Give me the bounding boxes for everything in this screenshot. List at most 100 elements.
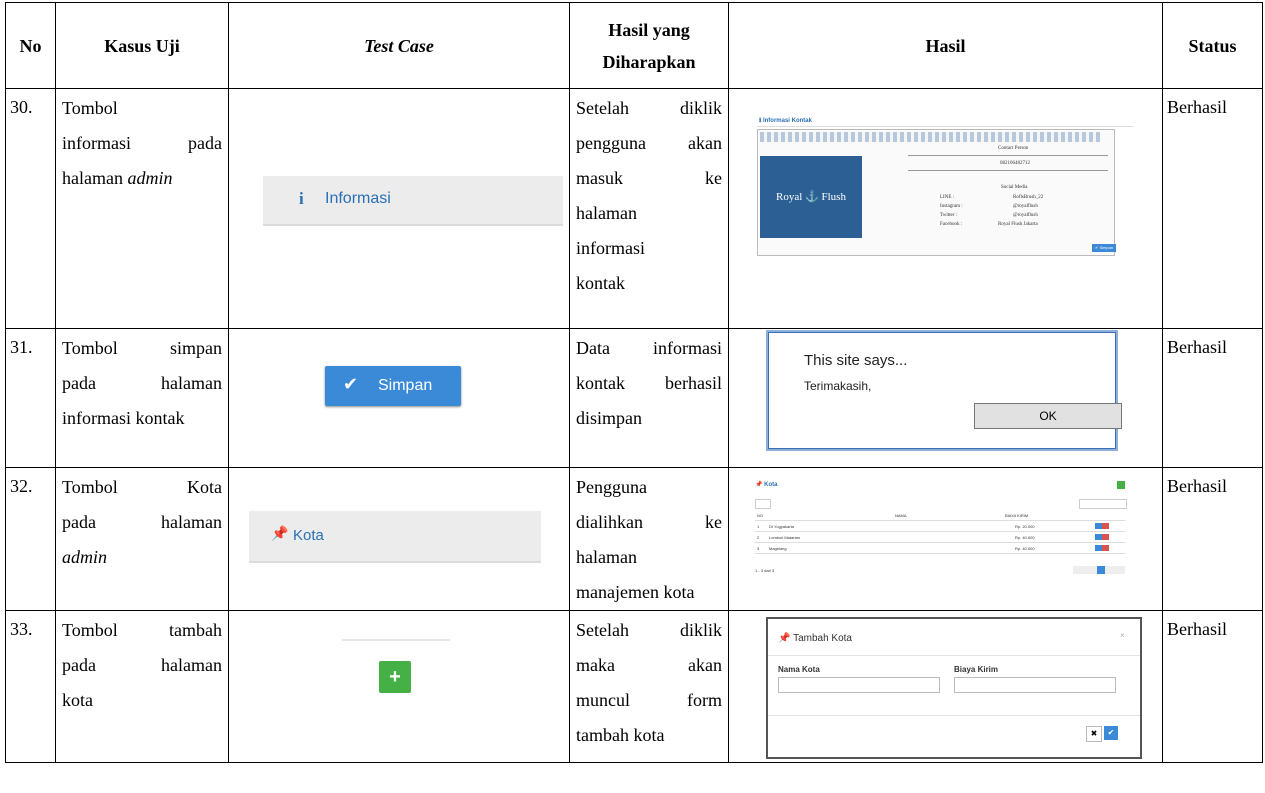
- add-button[interactable]: [1117, 481, 1125, 489]
- row-actions[interactable]: [1095, 545, 1109, 551]
- table-row: 1 DI Yogyakarta Rp. 20.000: [755, 522, 1125, 532]
- row-number: 31.: [5, 328, 56, 468]
- expected-line: informasi: [576, 238, 645, 258]
- nama-kota-input[interactable]: [778, 677, 940, 693]
- row-test-case: ✔ Simpan: [228, 328, 570, 468]
- biaya-kirim-input[interactable]: [954, 677, 1116, 693]
- row-test-case: 📌 Kota: [228, 467, 570, 611]
- modal-title: 📌 Tambah Kota: [778, 633, 852, 644]
- kasus-line: Tombol: [62, 98, 118, 118]
- cell: Rp. 40.000: [1015, 546, 1035, 551]
- col-nama: NAMA: [895, 513, 907, 518]
- search-input[interactable]: [1079, 499, 1127, 509]
- table-row: 30. Tombol informasi pada halaman admin …: [5, 88, 1263, 329]
- facebook-label: Facebook :: [940, 222, 963, 227]
- ok-button[interactable]: OK: [974, 403, 1122, 429]
- simpan-button[interactable]: ✔ Simpan: [325, 366, 461, 406]
- row-status: Berhasil: [1162, 610, 1263, 763]
- divider: [908, 155, 1108, 156]
- divider: [757, 126, 1133, 127]
- table-row: 33. Tombol tambah pada halaman kota + Se…: [5, 610, 1263, 763]
- line-label: LINE :: [940, 195, 955, 200]
- row-expected: Data informasi kontak berhasil disimpan: [569, 328, 729, 468]
- expected-line: tambah kota: [576, 725, 665, 745]
- pagination[interactable]: [1073, 566, 1125, 574]
- table-row: 32. Tombol Kota pada halaman admin 📌 Kot…: [5, 467, 1263, 611]
- row-expected: Setelah diklik maka akan muncul form tam…: [569, 610, 729, 763]
- simpan-button[interactable]: ✔ Simpan: [1092, 244, 1116, 252]
- row-number: 33.: [5, 610, 56, 763]
- row-expected: Setelah diklik pengguna akan masuk ke ha…: [569, 88, 729, 329]
- cancel-button[interactable]: ✖: [1086, 726, 1102, 742]
- save-button[interactable]: ✔: [1104, 726, 1118, 740]
- header-hasil: Hasil: [728, 2, 1163, 89]
- row-expected: Pengguna dialihkan ke halaman manajemen …: [569, 467, 729, 611]
- row-kasus-uji: Tombol Kota pada halaman admin: [55, 467, 229, 611]
- line-value: RoflsBrush_22: [1013, 195, 1044, 200]
- header-row: No Kasus Uji Test Case Hasil yang Dihara…: [5, 2, 1263, 89]
- col-no: NO: [757, 513, 763, 518]
- kasus-line: pada halaman: [62, 512, 222, 532]
- row-actions[interactable]: [1095, 523, 1109, 529]
- header-no: No: [5, 2, 56, 89]
- cell: DI Yogyakarta: [769, 524, 794, 529]
- expected-line: kontak berhasil: [576, 373, 722, 393]
- kasus-line: admin: [62, 547, 107, 567]
- cell: Lombok Mataram: [769, 535, 801, 540]
- expected-line: dialihkan ke: [576, 512, 722, 532]
- instagram-value: @royalflush: [1013, 204, 1038, 209]
- cell: Magelang: [769, 546, 787, 551]
- active-page[interactable]: [1097, 566, 1105, 574]
- row-result: 📌 Kota NO NAMA BIAYA KIRIM 1 DI Yogyakar…: [728, 467, 1163, 611]
- header-hasil-diharapkan-1: Hasil yang: [608, 19, 690, 40]
- kasus-line: Tombol Kota: [62, 477, 222, 497]
- row-result: 📌 Tambah Kota × Nama Kota Biaya Kirim ✖ …: [728, 610, 1163, 763]
- cell: 3: [757, 546, 760, 551]
- pin-icon: 📌: [271, 525, 289, 541]
- row-test-case: +: [228, 610, 570, 763]
- plus-icon[interactable]: +: [379, 661, 411, 693]
- kota-list-screenshot: 📌 Kota NO NAMA BIAYA KIRIM 1 DI Yogyakar…: [753, 481, 1137, 585]
- royal-flush-logo: Royal ⚓ Flush: [760, 156, 862, 238]
- biaya-kirim-label: Biaya Kirim: [954, 665, 999, 674]
- row-kasus-uji: Tombol informasi pada halaman admin: [55, 88, 229, 329]
- divider: [768, 655, 1140, 656]
- row-test-case: i Informasi: [228, 88, 570, 329]
- expected-line: pengguna akan: [576, 133, 722, 153]
- kasus-line: kota: [62, 690, 93, 710]
- nama-kota-label: Nama Kota: [778, 665, 820, 674]
- social-media-label: Social Media: [1001, 185, 1028, 190]
- table-row: 3 Magelang Rp. 40.000: [755, 544, 1125, 554]
- row-kasus-uji: Tombol tambah pada halaman kota: [55, 610, 229, 763]
- cell: 2: [757, 535, 760, 540]
- informasi-button-label: Informasi: [325, 190, 391, 207]
- check-icon: ✔: [343, 374, 359, 394]
- expected-line: Data informasi: [576, 338, 722, 358]
- kasus-line: pada halaman: [62, 373, 222, 393]
- cell: Rp. 40.000: [1015, 535, 1035, 540]
- pagination-info: 1 - 3 dari 3: [755, 568, 775, 573]
- close-icon[interactable]: ×: [1120, 631, 1125, 640]
- row-actions[interactable]: [1095, 534, 1109, 540]
- twitter-label: Twitter :: [940, 213, 958, 218]
- kasus-line: pada halaman: [62, 655, 222, 675]
- expected-line: Setelah diklik: [576, 620, 722, 640]
- row-result: ℹ Informasi Kontak Royal ⚓ Flush Contact…: [728, 88, 1163, 329]
- expected-line: maka akan: [576, 655, 722, 675]
- col-biaya: BIAYA KIRIM: [1005, 513, 1029, 518]
- kasus-line: halaman admin: [62, 168, 173, 188]
- divider: [342, 639, 450, 641]
- header-status: Status: [1162, 2, 1263, 89]
- informasi-button[interactable]: i Informasi: [263, 176, 563, 226]
- expected-line: kontak: [576, 273, 625, 293]
- kota-button-label: Kota: [293, 527, 324, 544]
- instagram-label: Instagram :: [940, 204, 963, 209]
- divider: [908, 170, 1108, 171]
- row-result: This site says... Terimakasih, OK: [728, 328, 1163, 468]
- page-size-select[interactable]: [755, 499, 771, 509]
- cell: 1: [757, 524, 760, 529]
- kota-button[interactable]: 📌 Kota: [249, 511, 541, 563]
- kasus-line: Tombol simpan: [62, 338, 222, 358]
- editor-box: Royal ⚓ Flush Contact Person 08210648271…: [757, 129, 1115, 256]
- expected-line: manajemen kota: [576, 582, 695, 602]
